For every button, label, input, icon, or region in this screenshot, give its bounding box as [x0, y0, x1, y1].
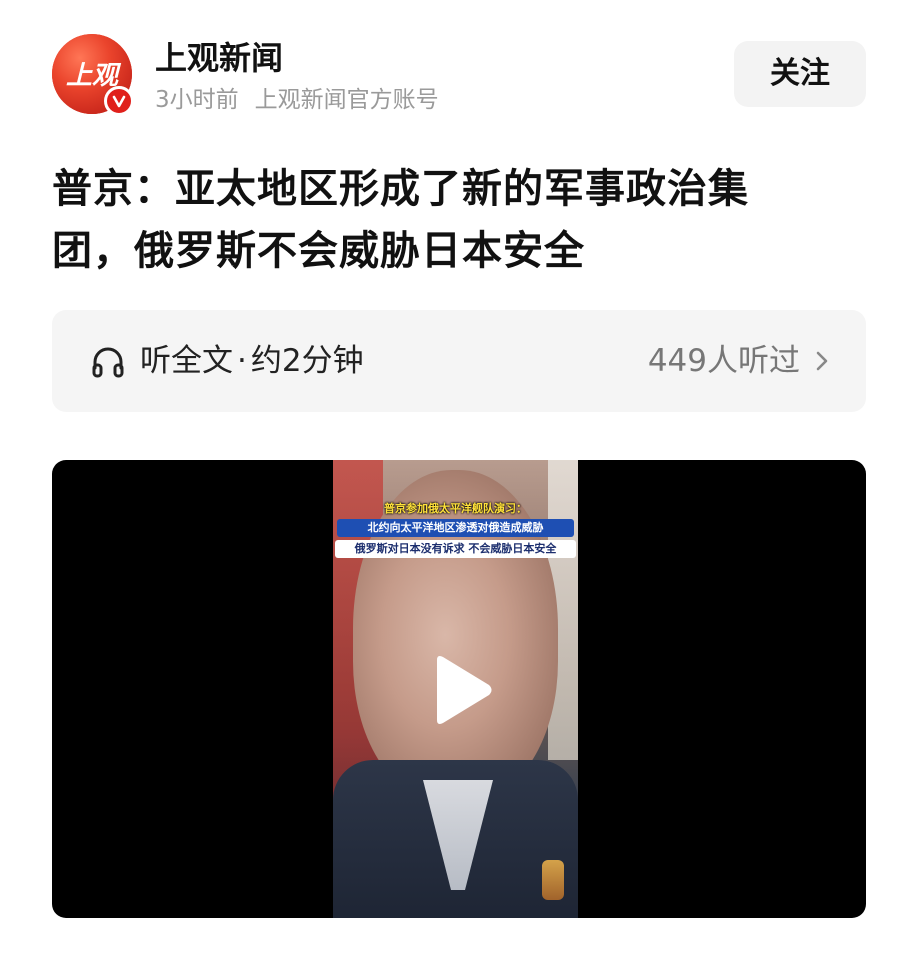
listen-label: 听全文 · 约2分钟 — [140, 340, 364, 382]
article-title-line2: 团，俄罗斯不会威胁日本安全 — [52, 228, 585, 274]
listen-duration: 约2分钟 — [250, 343, 364, 379]
account-name[interactable]: 上观新闻 — [155, 38, 283, 78]
listener-count: 449人听过 — [647, 343, 800, 379]
video-caption-line3: 俄罗斯对日本没有诉求 不会威胁日本安全 — [335, 540, 576, 558]
play-icon[interactable] — [427, 652, 497, 728]
article-title: 普京：亚太地区形成了新的军事政治集 团，俄罗斯不会威胁日本安全 — [52, 158, 870, 282]
avatar[interactable]: 上观 — [52, 34, 134, 116]
video-caption-line1: 普京参加俄太平洋舰队演习： — [384, 502, 527, 515]
video-caption-line2: 北约向太平洋地区渗透对俄造成威胁 — [337, 519, 574, 537]
listen-text: 听全文 — [140, 343, 233, 379]
chevron-right-icon — [816, 351, 828, 371]
author-header: 上观 上观新闻 3小时前 上观新闻官方账号 关注 — [52, 34, 866, 116]
thumbnail-badge — [542, 860, 564, 900]
headphone-icon — [92, 347, 124, 378]
account-description: 上观新闻官方账号 — [254, 87, 439, 113]
listen-separator: · — [237, 343, 247, 379]
video-player[interactable]: 普京参加俄太平洋舰队演习： 北约向太平洋地区渗透对俄造成威胁 俄罗斯对日本没有诉… — [52, 460, 866, 918]
article-page: 上观 上观新闻 3小时前 上观新闻官方账号 关注 普京：亚太地区形成了新的军事政治… — [0, 0, 918, 956]
post-meta: 3小时前 上观新闻官方账号 — [155, 85, 439, 115]
article-title-line1: 普京：亚太地区形成了新的军事政治集 — [52, 166, 749, 212]
verified-icon — [104, 86, 134, 116]
post-time: 3小时前 — [155, 87, 239, 113]
follow-button[interactable]: 关注 — [734, 41, 866, 107]
listen-full-text-bar[interactable]: 听全文 · 约2分钟 449人听过 — [52, 310, 866, 412]
